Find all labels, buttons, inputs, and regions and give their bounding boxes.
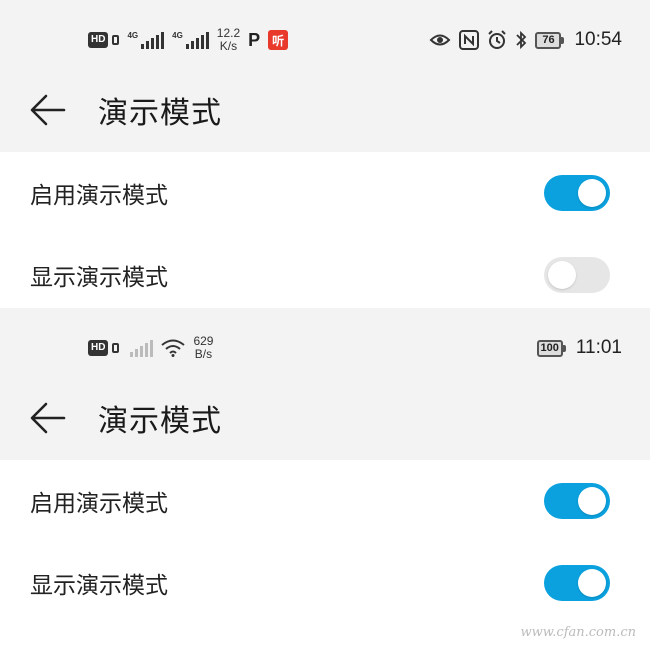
hd-voice-icon: HD [88, 340, 109, 356]
settings-list: 启用演示模式 显示演示模式 [0, 152, 650, 308]
status-left: HD 4G 4G 12.2 K/s P 听 [88, 26, 289, 53]
screen-bottom: HD 629 B/s 100 11:01 演示模式 启用演示模式 显示演示模式 [0, 308, 650, 646]
signal-sim2-icon: 4G [172, 31, 209, 49]
setting-enable-demo-mode[interactable]: 启用演示模式 [0, 152, 650, 234]
settings-list: 启用演示模式 显示演示模式 [0, 460, 650, 646]
show-demo-mode-toggle[interactable] [544, 565, 610, 601]
signal-sim1-icon: 4G [127, 31, 165, 49]
app-bar: 演示模式 [0, 75, 650, 145]
clock: 11:01 [575, 337, 622, 358]
battery-indicator: 100 [536, 339, 566, 357]
wifi-icon [161, 339, 186, 357]
page-title: 演示模式 [98, 96, 222, 131]
nfc-icon [459, 30, 480, 50]
enable-demo-mode-toggle[interactable] [544, 483, 610, 519]
status-bar: HD 629 B/s 100 11:01 [0, 330, 650, 366]
eye-comfort-icon [430, 34, 451, 46]
status-right: 100 11:01 [536, 337, 622, 359]
network-speed: 629 B/s [193, 334, 214, 361]
bluetooth-icon [516, 30, 527, 50]
setting-label: 启用演示模式 [30, 183, 168, 209]
back-arrow-icon [30, 94, 66, 126]
hd-voice-icon: HD [88, 32, 109, 48]
back-button[interactable] [0, 402, 98, 434]
back-button[interactable] [0, 94, 98, 126]
app-bar: 演示模式 [0, 383, 650, 453]
setting-label: 启用演示模式 [30, 491, 168, 517]
signal-icon [127, 339, 154, 357]
clock: 10:54 [574, 29, 622, 50]
p-app-icon: P [248, 29, 261, 50]
network-speed: 12.2 K/s [216, 26, 241, 53]
hd-badge-icon [112, 35, 120, 45]
setting-show-demo-mode[interactable]: 显示演示模式 [0, 542, 650, 624]
setting-label: 显示演示模式 [30, 573, 168, 599]
ting-app-icon: 听 [268, 30, 289, 50]
setting-show-demo-mode[interactable]: 显示演示模式 [0, 234, 650, 316]
page-title: 演示模式 [98, 404, 222, 439]
back-arrow-icon [30, 402, 66, 434]
hd-badge-icon [112, 343, 120, 353]
watermark: www.cfan.com.cn [520, 625, 636, 640]
setting-enable-demo-mode[interactable]: 启用演示模式 [0, 460, 650, 542]
alarm-icon [488, 30, 507, 49]
show-demo-mode-toggle[interactable] [544, 257, 610, 293]
battery-indicator: 76 [535, 31, 565, 49]
status-right: 76 10:54 [429, 29, 622, 51]
setting-label: 显示演示模式 [30, 265, 168, 291]
enable-demo-mode-toggle[interactable] [544, 175, 610, 211]
status-bar: HD 4G 4G 12.2 K/s P 听 76 10:54 [0, 22, 650, 58]
status-left: HD 629 B/s [88, 335, 213, 361]
screen-top: HD 4G 4G 12.2 K/s P 听 76 10:54 演示模式 启用演示… [0, 0, 650, 308]
